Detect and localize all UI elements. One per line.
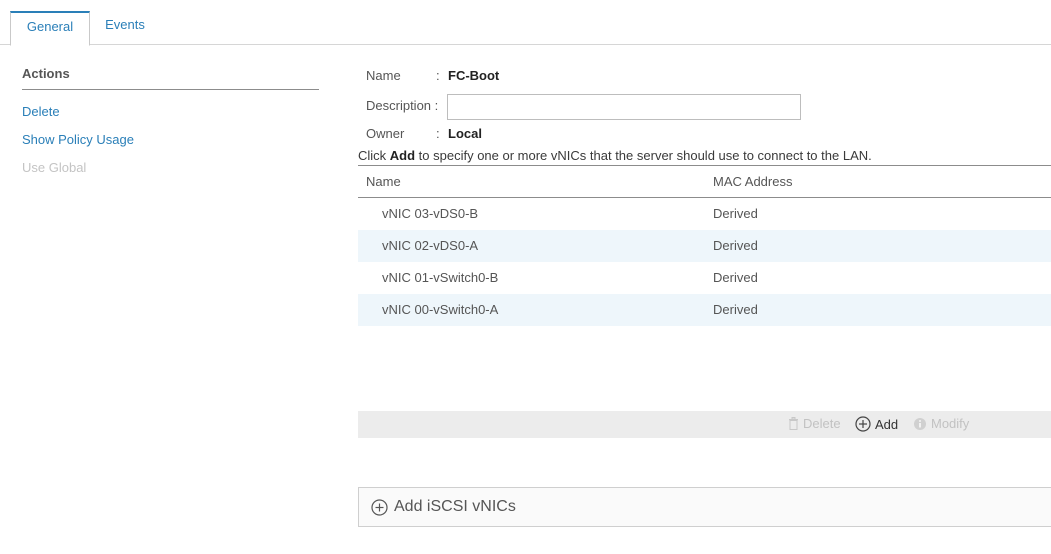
column-header-name[interactable]: Name — [366, 174, 401, 189]
description-label: Description : — [366, 98, 439, 113]
owner-colon: : — [436, 126, 440, 141]
instruction-suffix: to specify one or more vNICs that the se… — [415, 148, 872, 163]
table-row[interactable]: vNIC 02-vDS0-A Derived — [358, 230, 1051, 262]
instruction-add-word: Add — [389, 148, 416, 163]
column-header-mac[interactable]: MAC Address — [713, 174, 792, 189]
table-toolbar: Delete Add Modify — [358, 411, 1051, 438]
description-input[interactable] — [447, 94, 801, 120]
table-row[interactable]: vNIC 01-vSwitch0-B Derived — [358, 262, 1051, 294]
tab-bar: General Events — [0, 0, 1051, 46]
table-row[interactable]: vNIC 00-vSwitch0-A Derived — [358, 294, 1051, 326]
add-iscsi-vnics-section[interactable]: Add iSCSI vNICs — [358, 487, 1051, 527]
toolbar-delete-label: Delete — [803, 416, 841, 431]
row-name: vNIC 03-vDS0-B — [382, 206, 479, 221]
name-colon: : — [436, 68, 440, 83]
row-name: vNIC 02-vDS0-A — [382, 238, 479, 253]
row-mac: Derived — [713, 270, 758, 285]
toolbar-modify-button: Modify — [913, 416, 969, 431]
add-iscsi-vnics-label: Add iSCSI vNICs — [394, 498, 516, 515]
info-circle-icon — [913, 417, 927, 431]
plus-circle-icon — [855, 416, 871, 432]
instruction-prefix: Click — [358, 148, 390, 163]
toolbar-add-label: Add — [875, 416, 899, 432]
name-value: FC-Boot — [448, 68, 500, 83]
use-global-link: Use Global — [22, 160, 87, 175]
row-mac: Derived — [713, 302, 758, 317]
owner-label: Owner — [366, 126, 405, 141]
plus-circle-icon — [371, 498, 388, 516]
row-mac: Derived — [713, 206, 758, 221]
owner-value: Local — [448, 126, 482, 141]
actions-title: Actions — [22, 66, 70, 81]
toolbar-modify-label: Modify — [931, 416, 970, 431]
delete-link[interactable]: Delete — [22, 104, 60, 119]
actions-divider — [22, 89, 319, 90]
show-policy-usage-link[interactable]: Show Policy Usage — [22, 132, 134, 147]
tab-general[interactable]: General — [10, 11, 90, 46]
row-name: vNIC 00-vSwitch0-A — [382, 302, 499, 317]
table-header: Name MAC Address — [358, 166, 1051, 198]
name-label: Name — [366, 68, 401, 83]
table-row[interactable]: vNIC 03-vDS0-B Derived — [358, 198, 1051, 230]
toolbar-add-button[interactable]: Add — [855, 416, 898, 432]
trash-icon — [788, 417, 799, 430]
instruction-text: Click Add to specify one or more vNICs t… — [358, 148, 872, 163]
row-name: vNIC 01-vSwitch0-B — [382, 270, 499, 285]
tab-events[interactable]: Events — [96, 11, 154, 45]
row-mac: Derived — [713, 238, 758, 253]
toolbar-delete-button: Delete — [788, 416, 841, 431]
vnic-table: Name MAC Address vNIC 03-vDS0-B Derived … — [358, 165, 1051, 326]
